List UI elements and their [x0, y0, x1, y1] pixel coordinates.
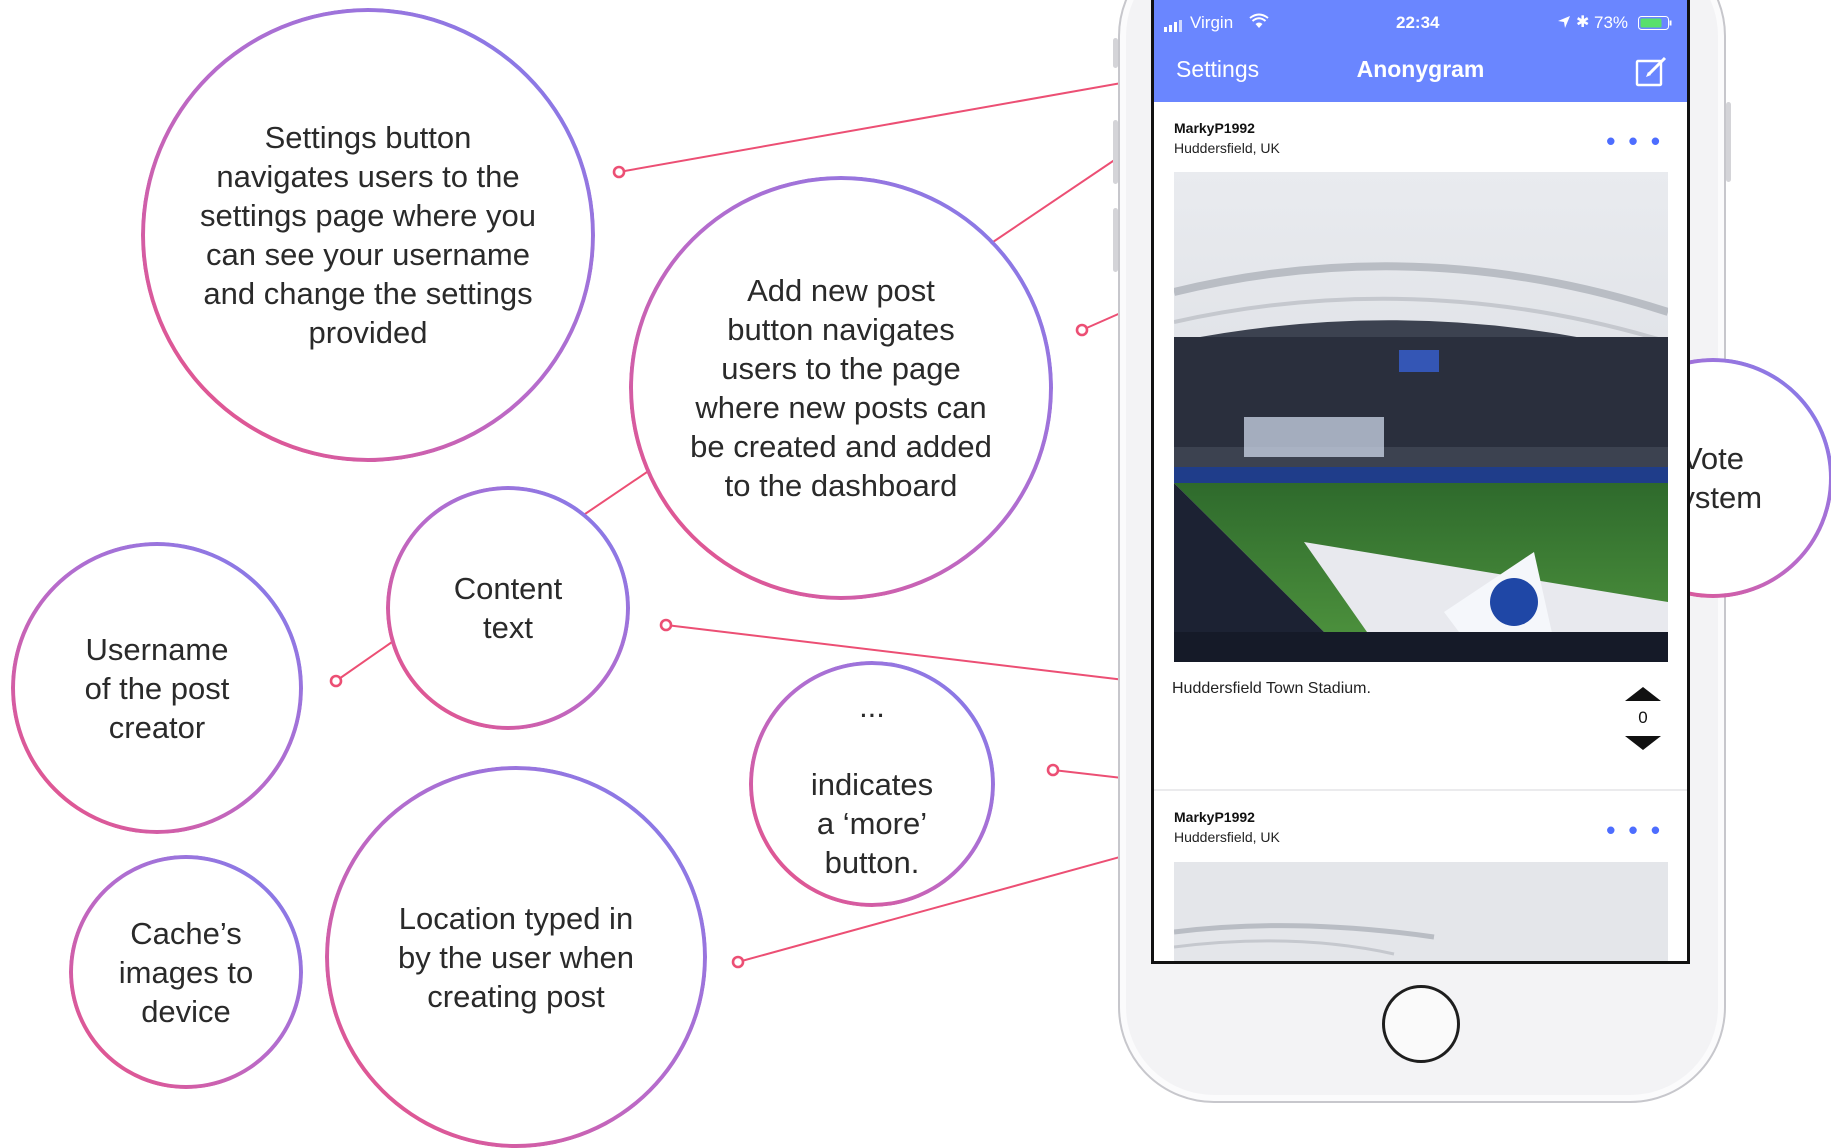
annotation-location: Location typed in by the user when creat…: [325, 766, 707, 1148]
annotation-text: ... indicates a ‘more’ button.: [810, 688, 934, 880]
app-screen: Virgin 22:34 ✱ 73% Settings Anonygram Ma…: [1151, 0, 1690, 964]
annotation-add-post: Add new post button navigates users to t…: [629, 176, 1053, 600]
navigation-bar: Settings Anonygram: [1154, 44, 1687, 102]
annotation-text: Username of the post creator: [84, 631, 230, 745]
more-button[interactable]: • • •: [1606, 815, 1663, 846]
post-username[interactable]: MarkyP1992: [1174, 809, 1255, 825]
annotation-username: Username of the post creator: [11, 542, 303, 834]
annotation-text: Add new post button navigates users to t…: [690, 273, 992, 503]
upvote-button[interactable]: [1624, 686, 1662, 707]
wifi-icon: [1249, 13, 1269, 34]
clock-time: 22:34: [1396, 13, 1440, 32]
phone-power-button: [1726, 102, 1731, 182]
signal-icon: [1164, 17, 1184, 37]
location-arrow-icon: [1557, 14, 1571, 34]
connector-settings: [618, 75, 1162, 173]
app-title: Anonygram: [1356, 56, 1485, 82]
more-button[interactable]: • • •: [1606, 126, 1663, 157]
compose-icon[interactable]: [1635, 54, 1669, 93]
annotation-text: Location typed in by the user when creat…: [397, 900, 635, 1014]
carrier-label: Virgin: [1190, 13, 1234, 32]
annotation-text: Cache’s images to device: [118, 915, 254, 1029]
home-button[interactable]: [1382, 985, 1460, 1063]
post-card: MarkyP1992 Huddersfield, UK • • •: [1154, 102, 1687, 792]
annotation-text: Content text: [453, 571, 563, 645]
annotation-cache: Cache’s images to device: [69, 855, 303, 1089]
post-divider: [1154, 789, 1687, 791]
status-bar: Virgin 22:34 ✱ 73%: [1154, 0, 1687, 44]
battery-icon: [1638, 15, 1674, 35]
annotation-content-text: Content text: [386, 486, 630, 730]
connector-dot: [1075, 323, 1089, 337]
annotation-settings: Settings button navigates users to the s…: [141, 8, 595, 462]
annotation-more-button: ... indicates a ‘more’ button.: [749, 661, 995, 907]
post-photo: [1174, 862, 1668, 961]
connector-username-left: [335, 641, 393, 682]
post-caption: Huddersfield Town Stadium.: [1172, 680, 1371, 697]
connector-dot: [1046, 763, 1060, 777]
battery-percent: 73%: [1594, 13, 1629, 32]
post-photo: [1174, 172, 1668, 662]
annotation-text: Settings button navigates users to the s…: [199, 120, 537, 350]
post-location: Huddersfield, UK: [1174, 829, 1280, 845]
post-username[interactable]: MarkyP1992: [1174, 120, 1255, 136]
post-card: MarkyP1992 Huddersfield, UK • • •: [1154, 792, 1687, 961]
connector-dot: [329, 674, 343, 688]
downvote-button[interactable]: [1624, 735, 1662, 756]
connector-dot: [731, 955, 745, 969]
connector-dot: [659, 618, 673, 632]
connector-username-bubble: [584, 469, 651, 515]
connector-dot: [612, 165, 626, 179]
bluetooth-icon: ✱: [1576, 14, 1590, 31]
vote-count: 0: [1638, 708, 1648, 727]
post-location: Huddersfield, UK: [1174, 140, 1280, 156]
